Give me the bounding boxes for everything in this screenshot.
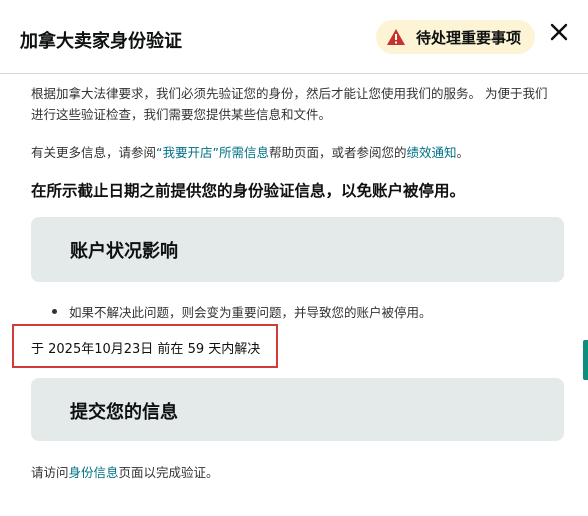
identity-info-link[interactable]: 身份信息 (69, 465, 119, 480)
important-pending-badge: 待处理重要事项 (376, 20, 535, 54)
visit-prefix: 请访问 (31, 465, 69, 480)
close-icon[interactable] (547, 20, 571, 44)
more-info-paragraph: 有关更多信息，请参阅“我要开店”所需信息帮助页面，或者参阅您的绩效通知。 (31, 143, 559, 163)
visit-suffix: 页面以完成验证。 (118, 465, 219, 480)
badge-label: 待处理重要事项 (416, 28, 522, 47)
intro-paragraph: 根据加拿大法律要求，我们必须先验证您的身份，然后才能让您使用我们的服务。 为便于… (31, 86, 548, 122)
more-info-middle: 帮助页面，或者参阅您的 (268, 145, 407, 160)
submit-info-title: 提交您的信息 (70, 402, 178, 423)
resolve-deadline-text: 于 2025年10月23日 前在 59 天内解决 (31, 342, 261, 357)
identity-verification-panel: 加拿大卖家身份验证 待处理重要事项 根据加拿大法律要求，我们必须先验证您的身份，… (0, 0, 588, 516)
list-item: 如果不解决此问题，则会变为重要问题，并导致您的账户被停用。 (52, 302, 432, 321)
page-title: 加拿大卖家身份验证 (20, 31, 182, 52)
bullet-icon (52, 309, 57, 314)
more-info-prefix: 有关更多信息，请参阅 (31, 145, 157, 160)
account-impact-card: 账户状况影响 (31, 217, 564, 282)
warning-triangle-icon (387, 29, 405, 45)
deadline-heading: 在所示截止日期之前提供您的身份验证信息，以免账户被停用。 (31, 182, 466, 200)
more-info-suffix: 。 (456, 145, 470, 160)
side-scroll-tab[interactable] (583, 340, 588, 380)
submit-info-card[interactable]: 提交您的信息 (31, 378, 564, 441)
impact-bullet-text: 如果不解决此问题，则会变为重要问题，并导致您的账户被停用。 (69, 305, 432, 320)
account-impact-title: 账户状况影响 (70, 241, 178, 262)
seller-requirements-link[interactable]: “我要开店”所需信息 (156, 145, 269, 160)
performance-notifications-link[interactable]: 绩效通知 (406, 145, 456, 160)
panel-header: 加拿大卖家身份验证 待处理重要事项 (0, 0, 588, 74)
visit-paragraph: 请访问身份信息页面以完成验证。 (31, 462, 219, 481)
